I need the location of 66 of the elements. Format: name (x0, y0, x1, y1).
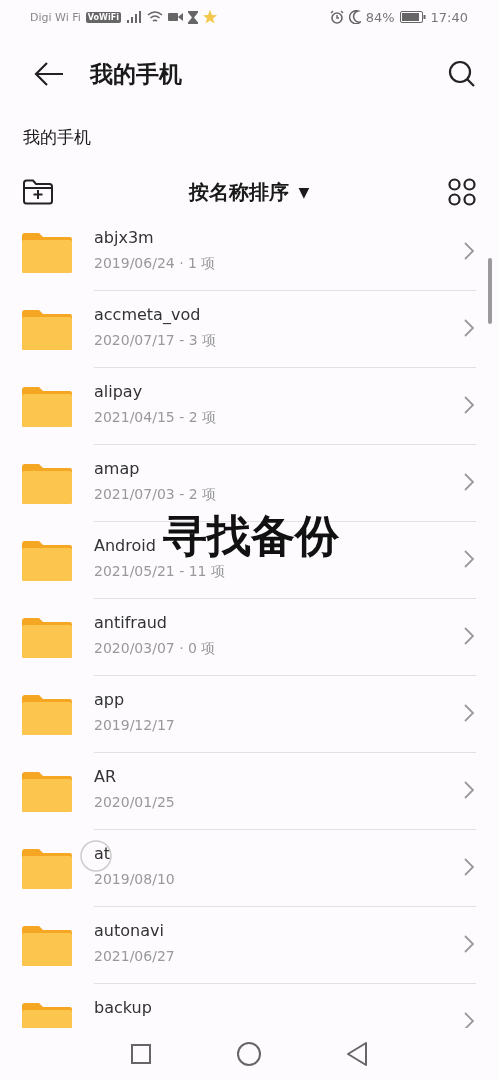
folder-name[interactable]: autonavi (94, 921, 164, 940)
clock-time: 17:40 (430, 9, 468, 25)
chevron-right-icon[interactable] (464, 935, 474, 953)
vowifi-badge: VoWiFi (85, 11, 121, 23)
folder-icon (21, 462, 73, 505)
folder-details: 2019/08/10 (94, 871, 175, 887)
folder-details: 2020/03/07 · 0 项 (94, 640, 216, 658)
folder-icon (21, 693, 73, 736)
chevron-right-icon[interactable] (464, 396, 474, 414)
page-title: 我的手机 (90, 59, 183, 89)
back-arrow-icon[interactable] (34, 61, 64, 87)
back-icon[interactable] (347, 1042, 367, 1066)
folder-name[interactable]: app (94, 690, 125, 709)
folder-icon (21, 616, 73, 659)
search-icon[interactable] (448, 60, 476, 88)
grid-view-icon[interactable] (448, 178, 476, 206)
folder-name[interactable]: backup (94, 998, 152, 1017)
chevron-right-icon[interactable] (464, 473, 474, 491)
folder-name[interactable]: amap (94, 459, 140, 478)
chevron-right-icon[interactable] (464, 1012, 474, 1028)
touch-indicator-icon (80, 840, 112, 872)
folder-details: 2019/12/17 (94, 717, 175, 733)
folder-details: 2021/04/15 - 2 项 (94, 409, 216, 427)
chevron-right-icon[interactable] (464, 781, 474, 799)
folder-icon (21, 924, 73, 967)
folder-details: 2021/05/21 - 11 项 (94, 563, 225, 581)
carrier-name: Digi Wi Fi (30, 10, 81, 24)
folder-details: 2020/01/25 (94, 794, 175, 810)
folder-name[interactable]: Android (94, 536, 156, 555)
hourglass-icon (187, 10, 198, 24)
subtitle-caption: 寻找备份 (163, 514, 339, 558)
home-icon[interactable] (237, 1042, 261, 1066)
video-camera-icon (167, 12, 183, 22)
folder-name[interactable]: accmeta_vod (94, 305, 201, 324)
chevron-right-icon[interactable] (464, 550, 474, 568)
folder-details: 2019/06/24 · 1 项 (94, 255, 216, 273)
sort-dropdown[interactable]: 按名称排序 ▼ (54, 178, 448, 206)
folder-name[interactable]: abjx3m (94, 228, 154, 247)
star-icon (202, 10, 217, 24)
chevron-right-icon[interactable] (464, 319, 474, 337)
new-folder-icon[interactable] (22, 179, 54, 205)
folder-details: 2020/07/17 - 3 项 (94, 332, 216, 350)
alarm-icon (329, 10, 344, 24)
folder-icon (21, 308, 73, 351)
chevron-right-icon[interactable] (464, 242, 474, 260)
breadcrumb-item[interactable]: 我的手机 (23, 127, 91, 147)
wifi-icon (146, 10, 163, 24)
folder-name[interactable]: alipay (94, 382, 143, 401)
folder-icon (21, 847, 73, 890)
chevron-right-icon[interactable] (464, 704, 474, 722)
folder-details: 2021/07/03 - 2 项 (94, 486, 216, 504)
folder-icon (21, 770, 73, 813)
folder-details: 2021/06/27 (94, 948, 175, 964)
battery-icon (399, 11, 426, 23)
folder-icon (21, 539, 73, 582)
battery-percent: 84% (365, 9, 395, 25)
scrollbar[interactable] (488, 258, 492, 324)
recent-apps-icon[interactable] (131, 1044, 151, 1064)
moon-icon (348, 10, 361, 24)
signal-icon (125, 11, 142, 23)
folder-name[interactable]: AR (94, 767, 117, 786)
folder-name[interactable]: antifraud (94, 613, 167, 632)
folder-icon (21, 231, 73, 274)
chevron-right-icon[interactable] (464, 858, 474, 876)
folder-icon (21, 385, 73, 428)
chevron-right-icon[interactable] (464, 627, 474, 645)
